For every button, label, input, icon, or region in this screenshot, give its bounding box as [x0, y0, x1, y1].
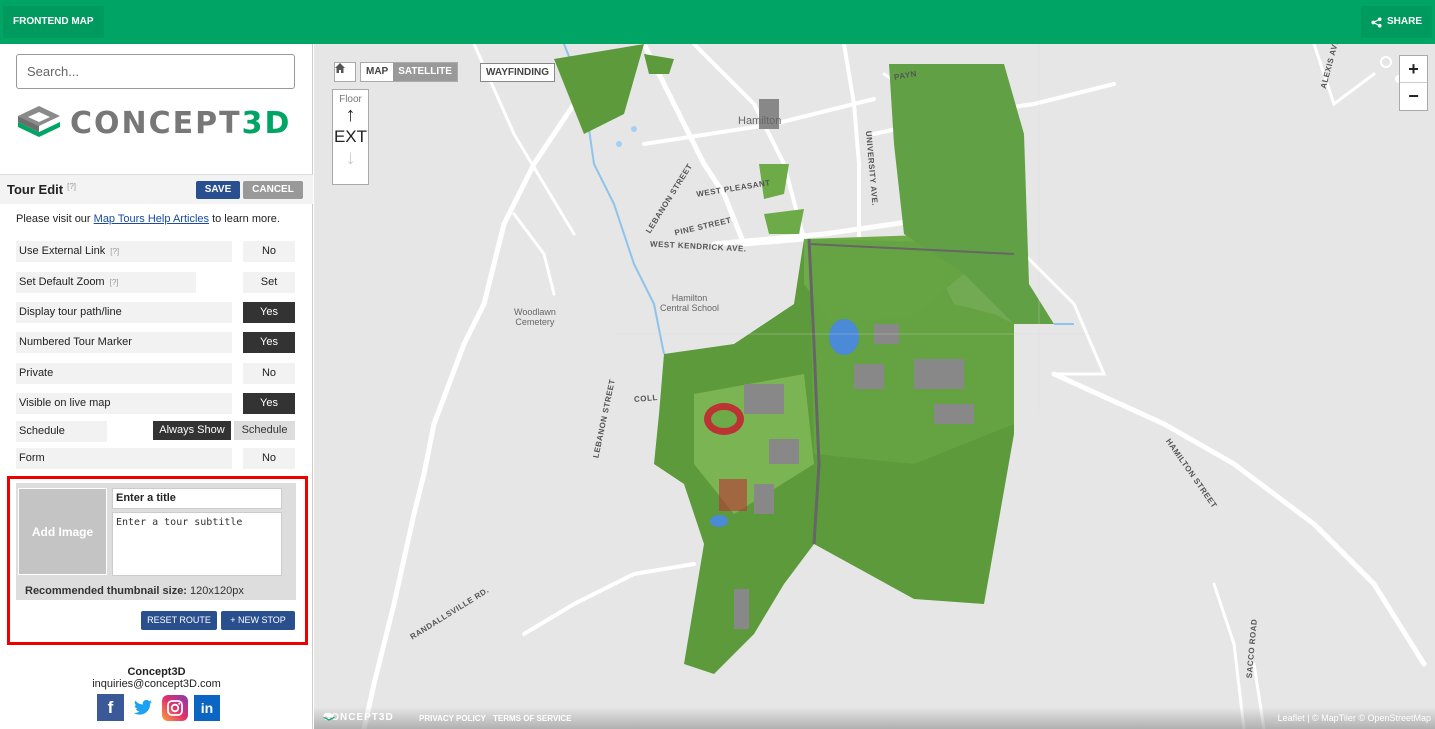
- cemetery-label: Woodlawn Cemetery: [514, 307, 556, 327]
- logo-wordmark: CONCEPT3D: [70, 105, 292, 141]
- schedule-button[interactable]: Schedule: [234, 421, 295, 440]
- option-schedule: Schedule Always Show Schedule: [16, 421, 295, 442]
- option-toggle[interactable]: No: [243, 241, 295, 262]
- map-canvas[interactable]: [314, 44, 1435, 729]
- option-form: Form No: [16, 448, 295, 469]
- option-label: Display tour path/line: [16, 302, 232, 323]
- option-label: Numbered Tour Marker: [16, 332, 232, 353]
- map-tab[interactable]: MAP: [361, 63, 393, 81]
- map-footer-logo: CONCEPT3D: [323, 712, 394, 723]
- option-external-link: Use External Link [?] No: [16, 241, 295, 262]
- floor-selector: Floor ↑ EXT ↓: [332, 89, 369, 185]
- zoom-control: + −: [1399, 55, 1428, 111]
- tour-stop-editor: Add Image Enter a title Enter a tour sub…: [7, 476, 308, 645]
- option-toggle[interactable]: No: [243, 363, 295, 384]
- option-label: Visible on live map: [16, 393, 232, 414]
- search-input[interactable]: [16, 54, 295, 89]
- company-email[interactable]: inquiries@concept3D.com: [0, 678, 313, 690]
- twitter-icon[interactable]: [130, 695, 156, 721]
- help-articles-link[interactable]: Map Tours Help Articles: [94, 213, 209, 225]
- map-footer: CONCEPT3D PRIVACY POLICY TERMS OF SERVIC…: [314, 707, 1435, 729]
- floor-down-arrow-icon[interactable]: ↓: [333, 147, 368, 169]
- terms-of-service-link[interactable]: TERMS OF SERVICE: [493, 714, 572, 723]
- option-toggle[interactable]: Yes: [243, 393, 295, 414]
- share-icon: [1371, 16, 1382, 28]
- concept3d-logo-icon: [18, 106, 60, 137]
- option-visible-live: Visible on live map Yes: [16, 393, 295, 414]
- cancel-button[interactable]: CANCEL: [243, 181, 303, 199]
- concept3d-small-icon: [323, 712, 335, 721]
- option-toggle[interactable]: Set: [243, 272, 295, 293]
- sidebar-footer: Concept3D inquiries@concept3D.com: [0, 666, 313, 690]
- option-default-zoom: Set Default Zoom [?] Set: [16, 272, 295, 293]
- share-button[interactable]: SHARE: [1360, 6, 1432, 38]
- option-private: Private No: [16, 363, 295, 384]
- tour-edit-title: Tour Edit [?]: [7, 182, 76, 197]
- thumbnail-note: Recommended thumbnail size: 120x120px: [25, 585, 244, 597]
- option-toggle[interactable]: Yes: [243, 332, 295, 353]
- floor-value: EXT: [333, 127, 368, 146]
- stop-card: Add Image Enter a title Enter a tour sub…: [16, 483, 296, 600]
- satellite-tab[interactable]: SATELLITE: [393, 63, 457, 81]
- frontend-map-button[interactable]: FRONTEND MAP: [3, 6, 104, 38]
- map-view[interactable]: Hamilton Woodlawn Cemetery Hamilton Cent…: [314, 44, 1435, 729]
- stop-subtitle-input[interactable]: Enter a tour subtitle: [112, 512, 282, 576]
- map-controls: MAP SATELLITE: [334, 62, 458, 82]
- add-image-button[interactable]: Add Image: [18, 488, 107, 575]
- option-toggle[interactable]: Yes: [243, 302, 295, 323]
- option-display-path: Display tour path/line Yes: [16, 302, 295, 323]
- home-button[interactable]: [334, 62, 356, 82]
- home-icon: [335, 63, 345, 73]
- option-label: Set Default Zoom [?]: [16, 272, 196, 293]
- wayfinding-button[interactable]: WAYFINDING: [480, 63, 555, 82]
- help-link[interactable]: [?]: [67, 182, 76, 191]
- option-label: Form: [16, 448, 232, 469]
- option-label: Schedule: [16, 421, 107, 442]
- facebook-icon[interactable]: f: [97, 694, 124, 721]
- map-attribution[interactable]: Leaflet | © MapTiler © OpenStreetMap: [1278, 713, 1431, 723]
- share-label: SHARE: [1386, 16, 1422, 27]
- zoom-in-button[interactable]: +: [1400, 56, 1427, 83]
- linkedin-icon[interactable]: in: [194, 694, 220, 721]
- new-stop-button[interactable]: + NEW STOP: [221, 611, 295, 630]
- stop-title-input[interactable]: Enter a title: [112, 488, 282, 509]
- option-label: Use External Link [?]: [16, 241, 232, 262]
- option-toggle[interactable]: No: [243, 448, 295, 469]
- option-numbered-marker: Numbered Tour Marker Yes: [16, 332, 295, 353]
- town-label: Hamilton: [738, 115, 782, 127]
- zoom-out-button[interactable]: −: [1400, 83, 1427, 110]
- map-type-toggle: MAP SATELLITE: [360, 62, 458, 82]
- school-label: Hamilton Central School: [660, 293, 720, 313]
- reset-route-button[interactable]: RESET ROUTE: [141, 611, 217, 630]
- sidebar: CONCEPT3D Tour Edit[?] SAVE CANCEL Pleas…: [0, 44, 313, 729]
- concept3d-logo: CONCEPT3D: [16, 104, 291, 142]
- top-bar: FRONTEND MAP SHARE: [0, 0, 1435, 44]
- save-button[interactable]: SAVE: [196, 181, 240, 199]
- intro-text: Please visit our Map Tours Help Articles…: [16, 213, 280, 225]
- privacy-policy-link[interactable]: PRIVACY POLICY: [419, 714, 486, 723]
- tour-edit-header: Tour Edit [?] SAVE CANCEL: [0, 174, 313, 204]
- company-name: Concept3D: [127, 666, 186, 678]
- instagram-icon[interactable]: [162, 694, 188, 721]
- option-label: Private: [16, 363, 232, 384]
- always-show-button[interactable]: Always Show: [153, 421, 231, 440]
- floor-up-arrow-icon[interactable]: ↑: [333, 105, 368, 125]
- social-links: f in: [97, 694, 220, 721]
